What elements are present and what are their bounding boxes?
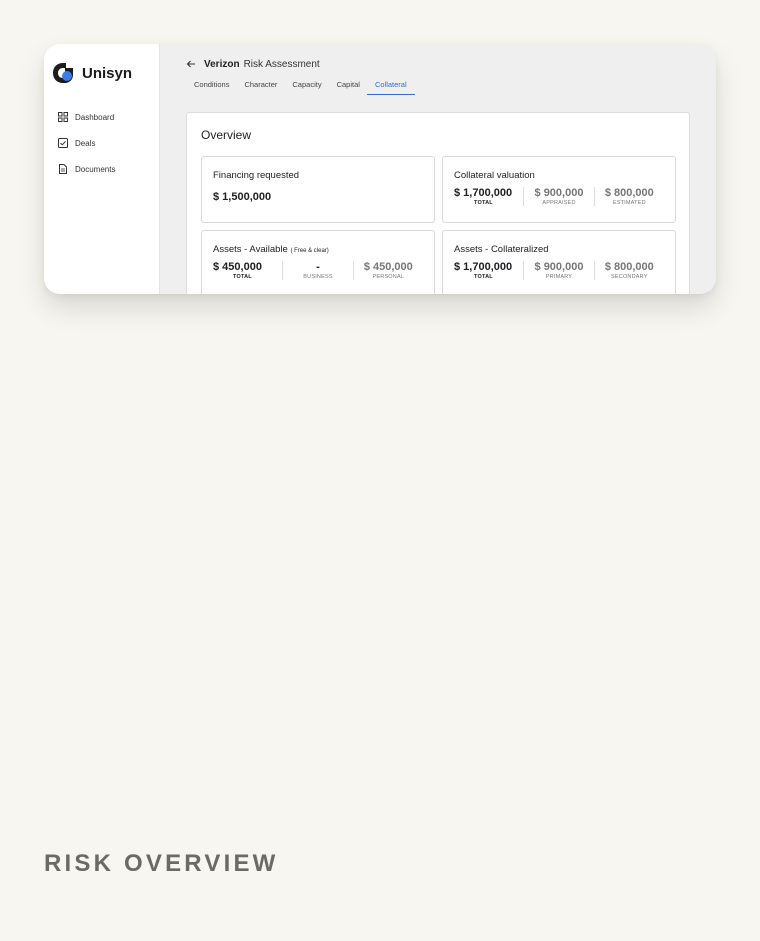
card-title: Collateral valuation [454,170,535,181]
app-window: Unisyn Dashboard Deals Documents Verizon… [44,44,716,294]
stat-value: $ 900,000 [534,187,584,199]
stat-total: $ 1,700,000 TOTAL [454,261,523,280]
financing-card: Financing requested $ 1,500,000 [201,156,435,223]
sidebar: Unisyn Dashboard Deals Documents [44,44,160,294]
sidebar-item-label: Dashboard [75,112,115,122]
stat-value: $ 800,000 [604,187,654,199]
stat-business: - BUSINESS [282,261,352,280]
stat-label: PRIMARY [545,274,573,280]
stat-value: - [316,261,320,273]
stat-value: $ 450,000 [213,261,262,273]
stat-value: $ 900,000 [534,261,584,273]
document-icon [58,164,68,174]
stat-value: $ 800,000 [604,261,654,273]
card-title: Assets - Collateralized [454,244,549,255]
stat-total: $ 450,000 TOTAL [213,261,282,280]
stat-estimated: $ 800,000 ESTIMATED [593,187,664,206]
overview-grid: Financing requested $ 1,500,000 Collater… [201,156,676,294]
sidebar-item-label: Documents [75,164,116,174]
unisyn-logo-icon [53,63,73,83]
stat-value: $ 1,700,000 [454,261,513,273]
tab-conditions[interactable]: Conditions [194,80,229,95]
collateral-valuation-card: Collateral valuation $ 1,700,000 TOTAL $… [442,156,676,223]
main-content: Verizon Risk Assessment Conditions Chara… [160,44,716,294]
tab-collateral[interactable]: Collateral [366,80,415,95]
stats-row: $ 1,700,000 TOTAL $ 900,000 PRIMARY $ 80… [454,261,664,280]
stat-secondary: $ 800,000 SECONDARY [593,261,664,280]
tab-character[interactable]: Character [244,80,277,95]
card-title-note: ( Free & clear) [290,248,329,254]
stat-value: $ 1,700,000 [454,187,513,199]
arrow-left-icon[interactable] [186,59,196,69]
section-caption: RISK OVERVIEW [44,850,279,877]
stat-label: APPRAISED [542,200,576,206]
sidebar-item-deals[interactable]: Deals [52,130,159,156]
sidebar-item-dashboard[interactable]: Dashboard [52,104,159,130]
stat-label: SECONDARY [611,274,648,280]
overview-panel: Overview Financing requested $ 1,500,000… [186,112,690,294]
assets-available-card: Assets - Available ( Free & clear) $ 450… [201,230,435,294]
stat-personal: $ 450,000 PERSONAL [352,261,423,280]
stats-row: $ 1,700,000 TOTAL $ 900,000 APPRAISED $ … [454,187,664,206]
card-title-text: Assets - Available [213,244,288,255]
stat-total: $ 1,700,000 TOTAL [454,187,523,206]
stats-row: $ 450,000 TOTAL - BUSINESS $ 450,000 PER… [213,261,423,280]
stat-label: PERSONAL [372,274,405,280]
assets-collateralized-card: Assets - Collateralized $ 1,700,000 TOTA… [442,230,676,294]
page-header: Verizon Risk Assessment [186,57,690,71]
brand[interactable]: Unisyn [52,62,159,84]
company-name: Verizon [204,58,240,70]
tab-bar: Conditions Character Capacity Capital Co… [186,80,690,95]
stat-primary: $ 900,000 PRIMARY [523,261,593,280]
card-title: Financing requested [213,170,300,181]
stat-label: TOTAL [474,200,493,206]
sidebar-item-label: Deals [75,138,96,148]
tab-capacity[interactable]: Capacity [292,80,321,95]
financing-value: $ 1,500,000 [213,191,272,203]
stat-label: BUSINESS [303,274,333,280]
card-title: Assets - Available ( Free & clear) [213,244,423,255]
brand-name: Unisyn [82,64,133,82]
page-title: Risk Assessment [243,58,320,70]
stat-label: TOTAL [474,274,493,280]
stat-label: ESTIMATED [612,200,646,206]
stat-value: $ 450,000 [363,261,413,273]
stat-appraised: $ 900,000 APPRAISED [523,187,593,206]
grid-icon [58,112,68,122]
stat-label: TOTAL [233,274,252,280]
tab-capital[interactable]: Capital [337,80,360,95]
checkbox-icon [58,138,68,148]
overview-title: Overview [201,128,252,142]
sidebar-item-documents[interactable]: Documents [52,156,159,182]
